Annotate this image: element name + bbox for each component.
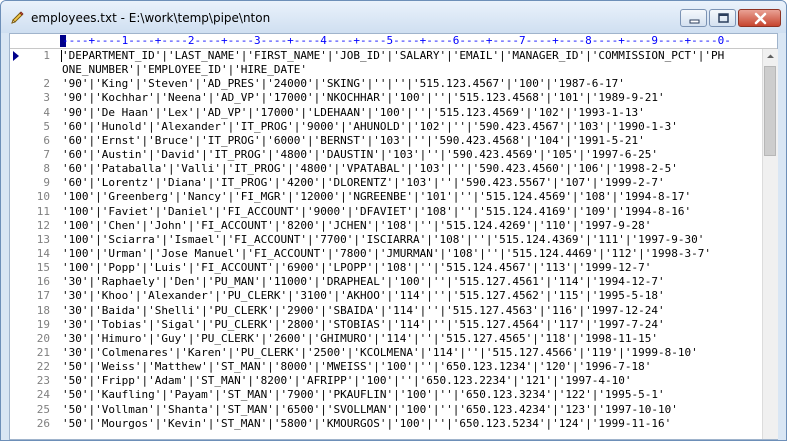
minimize-button[interactable] (680, 9, 707, 27)
line-number: 9 (43, 176, 50, 190)
vertical-scrollbar[interactable] (762, 49, 778, 439)
line-text: '50'|'Vollman'|'Shanta'|'ST_MAN'|'6500'|… (62, 402, 678, 416)
scroll-thumb[interactable] (764, 66, 776, 156)
text-line[interactable]: 21 '30'|'Colmenares'|'Karen'|'PU_CLERK'|'… (10, 346, 762, 360)
line-number: 15 (36, 261, 50, 275)
line-number: 13 (36, 232, 50, 246)
line-text: '60'|'Pataballa'|'Valli'|'IT_PROG'|'4800… (62, 162, 678, 176)
text-line[interactable]: 18 '30'|'Baida'|'Shelli'|'PU_CLERK'|'2900… (10, 304, 762, 318)
line-text: 'DEPARTMENT_ID'|'LAST_NAME'|'FIRST_NAME'… (62, 49, 725, 62)
text-line[interactable]: 14 '100'|'Urman'|'Jose Manuel'|'FI_ACCOUN… (10, 247, 762, 261)
text-line[interactable]: 26 '50'|'Mourgos'|'Kevin'|'ST_MAN'|'5800'… (10, 417, 762, 431)
line-number: 26 (36, 416, 50, 430)
line-text: '90'|'King'|'Steven'|'AD_PRES'|'24000'|'… (62, 77, 625, 91)
text-line[interactable]: 11 '100'|'Faviet'|'Daniel'|'FI_ACCOUNT'|'… (10, 205, 762, 219)
line-text: '50'|'Fripp'|'Adam'|'ST_MAN'|'8200'|'AFR… (62, 374, 632, 388)
text-line[interactable]: 12 '100'|'Chen'|'John'|'FI_ACCOUNT'|'8200… (10, 219, 762, 233)
line-number: 11 (36, 204, 50, 218)
line-text: '100'|'Faviet'|'Daniel'|'FI_ACCOUNT'|'90… (62, 204, 692, 218)
line-text: '90'|'De Haan'|'Lex'|'AD_VP'|'17000'|'LD… (62, 105, 645, 119)
line-number: 20 (36, 331, 50, 345)
text-line[interactable]: 6 '60'|'Ernst'|'Bruce'|'IT_PROG'|'6000'|'… (10, 134, 762, 148)
line-number: 10 (36, 190, 50, 204)
line-number: 22 (36, 360, 50, 374)
line-text: '50'|'Mourgos'|'Kevin'|'ST_MAN'|'5800'|'… (62, 416, 672, 430)
minimize-icon (689, 19, 700, 24)
text-line[interactable]: 1 'DEPARTMENT_ID'|'LAST_NAME'|'FIRST_NAME… (10, 49, 762, 63)
line-number: 19 (36, 317, 50, 331)
text-line[interactable]: 7 '60'|'Austin'|'David'|'IT_PROG'|'4800'|… (10, 148, 762, 162)
text-line[interactable]: 16 '30'|'Raphaely'|'Den'|'PU_MAN'|'11000'… (10, 275, 762, 289)
line-number: 8 (43, 162, 50, 176)
line-number: 2 (43, 77, 50, 91)
line-number: 3 (43, 91, 50, 105)
line-text: '100'|'Urman'|'Jose Manuel'|'FI_ACCOUNT'… (62, 246, 712, 260)
editor-client-area: ----+----1----+----2----+----3----+----4… (9, 33, 778, 440)
line-number: 21 (36, 345, 50, 359)
text-line[interactable]: 20 '30'|'Himuro'|'Guy'|'PU_CLERK'|'2600'|… (10, 332, 762, 346)
line-text: '50'|'Weiss'|'Matthew'|'ST_MAN'|'8000'|'… (62, 360, 652, 374)
line-number: 24 (36, 388, 50, 402)
line-text: '30'|'Khoo'|'Alexander'|'PU_CLERK'|'3100… (62, 289, 665, 303)
line-text: '30'|'Baida'|'Shelli'|'PU_CLERK'|'2900'|… (62, 303, 665, 317)
scroll-up-icon (767, 54, 774, 58)
line-text: '90'|'Kochhar'|'Neena'|'AD_VP'|'17000'|'… (62, 91, 665, 105)
line-number: 5 (43, 119, 50, 133)
text-line[interactable]: 2 '90'|'King'|'Steven'|'AD_PRES'|'24000'|… (10, 77, 762, 91)
text-line[interactable]: 22 '50'|'Weiss'|'Matthew'|'ST_MAN'|'8000'… (10, 360, 762, 374)
window-title: employees.txt - E:\work\temp\pipe\nton (31, 11, 271, 25)
line-number: 1 (43, 49, 50, 62)
line-text: '60'|'Lorentz'|'Diana'|'IT_PROG'|'4200'|… (62, 176, 665, 190)
text-line[interactable]: 15 '100'|'Popp'|'Luis'|'FI_ACCOUNT'|'6900… (10, 261, 762, 275)
line-number: 7 (43, 147, 50, 161)
line-number: 17 (36, 289, 50, 303)
line-text: '60'|'Hunold'|'Alexander'|'IT_PROG'|'900… (62, 119, 678, 133)
line-text: '60'|'Ernst'|'Bruce'|'IT_PROG'|'6000'|'B… (62, 133, 645, 147)
text-line[interactable]: 13 '100'|'Sciarra'|'Ismael'|'FI_ACCOUNT'|… (10, 233, 762, 247)
line-number: 14 (36, 246, 50, 260)
line-text: '50'|'Kaufling'|'Payam'|'ST_MAN'|'7900'|… (62, 388, 665, 402)
text-line[interactable]: 24 '50'|'Kaufling'|'Payam'|'ST_MAN'|'7900… (10, 388, 762, 402)
line-text: '30'|'Himuro'|'Guy'|'PU_CLERK'|'2600'|'G… (62, 331, 659, 345)
line-text: '100'|'Greenberg'|'Nancy'|'FI_MGR'|'1200… (62, 190, 692, 204)
line-number: 23 (36, 374, 50, 388)
close-icon (754, 12, 767, 25)
text-line[interactable]: ONE_NUMBER'|'EMPLOYEE_ID'|'HIRE_DATE' (10, 63, 762, 77)
line-text: '30'|'Tobias'|'Sigal'|'PU_CLERK'|'2800'|… (62, 317, 665, 331)
line-number: 25 (36, 402, 50, 416)
scroll-up-button[interactable] (763, 49, 778, 64)
line-number: 12 (36, 218, 50, 232)
text-line[interactable]: 19 '30'|'Tobias'|'Sigal'|'PU_CLERK'|'2800… (10, 318, 762, 332)
line-text: '100'|'Chen'|'John'|'FI_ACCOUNT'|'8200'|… (62, 218, 652, 232)
line-number: 6 (43, 133, 50, 147)
editor-window: employees.txt - E:\work\temp\pipe\nton -… (0, 0, 787, 441)
text-line[interactable]: 10 '100'|'Greenberg'|'Nancy'|'FI_MGR'|'12… (10, 190, 762, 204)
text-line[interactable]: 8 '60'|'Pataballa'|'Valli'|'IT_PROG'|'480… (10, 162, 762, 176)
line-number: 16 (36, 275, 50, 289)
close-button[interactable] (738, 9, 781, 27)
text-line[interactable]: 9 '60'|'Lorentz'|'Diana'|'IT_PROG'|'4200'… (10, 176, 762, 190)
line-text: '60'|'Austin'|'David'|'IT_PROG'|'4800'|'… (62, 147, 659, 161)
maximize-icon (718, 13, 729, 23)
text-line[interactable]: 17 '30'|'Khoo'|'Alexander'|'PU_CLERK'|'31… (10, 289, 762, 303)
text-area[interactable]: 1 'DEPARTMENT_ID'|'LAST_NAME'|'FIRST_NAME… (10, 49, 762, 440)
line-text: '100'|'Popp'|'Luis'|'FI_ACCOUNT'|'6900'|… (62, 261, 652, 275)
text-line[interactable]: 25 '50'|'Vollman'|'Shanta'|'ST_MAN'|'6500… (10, 403, 762, 417)
column-ruler: ----+----1----+----2----+----3----+----4… (10, 34, 777, 49)
ruler-text: ----+----1----+----2----+----3----+----4… (62, 34, 731, 47)
line-text: '30'|'Colmenares'|'Karen'|'PU_CLERK'|'25… (62, 345, 698, 359)
title-bar[interactable]: employees.txt - E:\work\temp\pipe\nton (1, 1, 786, 33)
line-number: 18 (36, 303, 50, 317)
text-line[interactable]: 4 '90'|'De Haan'|'Lex'|'AD_VP'|'17000'|'L… (10, 106, 762, 120)
text-line[interactable]: 5 '60'|'Hunold'|'Alexander'|'IT_PROG'|'90… (10, 120, 762, 134)
maximize-button[interactable] (709, 9, 736, 27)
pencil-icon (9, 10, 25, 26)
text-line[interactable]: 23 '50'|'Fripp'|'Adam'|'ST_MAN'|'8200'|'A… (10, 374, 762, 388)
line-text: '30'|'Raphaely'|'Den'|'PU_MAN'|'11000'|'… (62, 275, 665, 289)
line-text: '100'|'Sciarra'|'Ismael'|'FI_ACCOUNT'|'7… (62, 232, 705, 246)
line-number: 4 (43, 105, 50, 119)
text-line[interactable]: 3 '90'|'Kochhar'|'Neena'|'AD_VP'|'17000'|… (10, 91, 762, 105)
line-text: ONE_NUMBER'|'EMPLOYEE_ID'|'HIRE_DATE' (62, 63, 308, 77)
